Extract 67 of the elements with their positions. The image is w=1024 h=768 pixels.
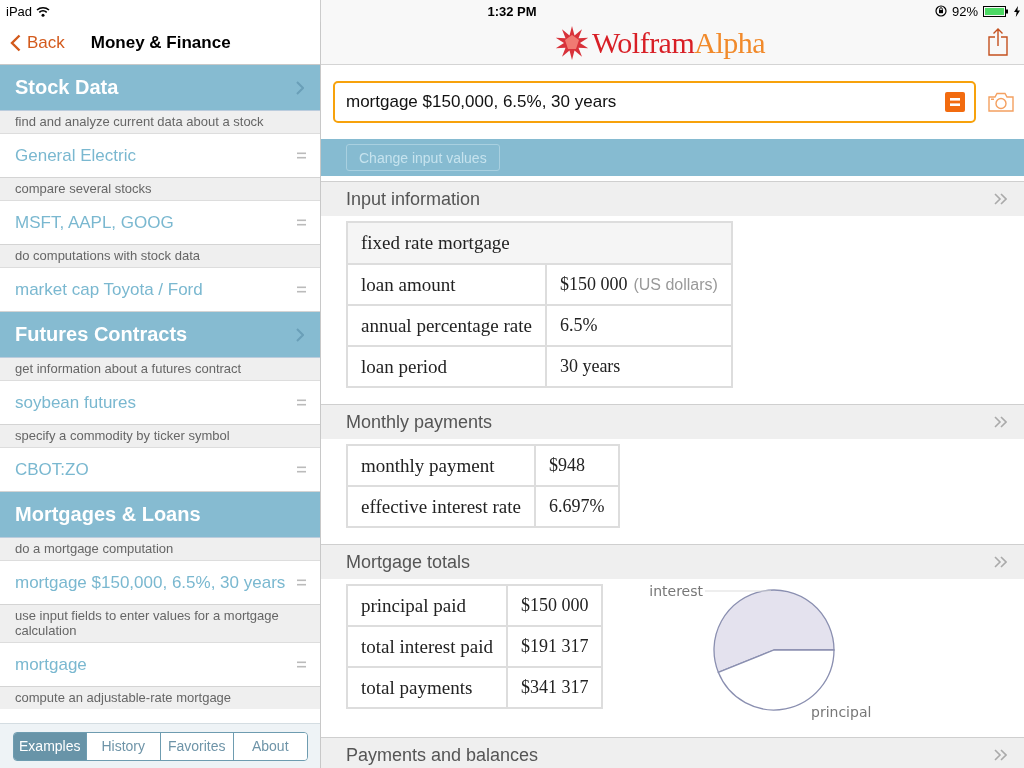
tab[interactable]: Favorites [159,732,233,760]
table-cell: principal paid [347,585,507,626]
table-cell: $150 000 (US dollars) [545,264,732,305]
table-cell: $191 317 [506,626,603,667]
table-cell: $341 317 [506,667,603,708]
pod-title: Mortgage totals [346,551,471,573]
equals-icon [297,219,306,226]
example-description: find and analyze current data about a stock [0,111,320,133]
chevron-right-icon [296,80,304,95]
pie-label: interest [649,583,704,599]
battery-percent: 92% [951,3,978,19]
section-header[interactable]: Futures Contracts [0,312,320,358]
section-header[interactable]: Mortgages & Loans [0,492,320,538]
example-description: do computations with stock data [0,245,320,267]
example-description: use input fields to enter values for a mortgage calculation [0,605,320,642]
example-description: compute an adjustable-rate mortgage [0,687,320,709]
section-header[interactable]: Stock Data [0,65,320,111]
pod-title: Monthly payments [346,411,493,433]
nav-title: Money & Finance [90,33,231,53]
tab[interactable]: Examples [13,732,86,760]
equals-icon[interactable] [945,92,965,112]
clock-time: 1:32 PM [487,3,537,19]
pod-title: Payments and balances [346,744,539,766]
double-chevron-icon[interactable] [994,749,1007,761]
camera-icon[interactable] [988,92,1014,112]
equals-icon [297,661,306,668]
share-button[interactable] [988,28,1008,59]
table-cell: total payments [347,667,507,708]
double-chevron-icon[interactable] [994,416,1007,428]
example-description: specify a commodity by ticker symbol [0,425,320,447]
chevron-left-icon [10,34,21,52]
back-button[interactable]: Back [0,33,65,53]
logo-wordmark: WolframAlpha [591,26,766,60]
equals-icon [297,579,306,586]
double-chevron-icon[interactable] [994,193,1007,205]
table-cell: monthly payment [347,445,535,486]
table-cell: 6.697% [535,486,619,527]
rotation-lock-icon [934,5,947,17]
example-description: get information about a futures contract [0,358,320,380]
tab[interactable]: About [233,732,307,760]
table-cell: effective interest rate [347,486,535,527]
table-cell: 6.5% [545,305,732,346]
tab[interactable]: History [86,732,160,760]
device-name: iPad [6,3,33,19]
wifi-icon [36,5,51,17]
table-cell: total interest paid [347,626,507,667]
example-description: compare several stocks [0,178,320,200]
table-cell: 30 years [545,346,732,387]
search-field[interactable]: mortgage $150,000, 6.5%, 30 years [333,81,976,123]
table-cell: annual percentage rate [347,305,546,346]
leader-line [704,590,772,592]
equals-icon [297,466,306,473]
share-icon [988,28,1008,56]
equals-icon [297,152,306,159]
example-description: do a mortgage computation [0,538,320,560]
equals-icon [297,286,306,293]
table-cell: $948 [535,445,619,486]
table-caption: fixed rate mortgage [347,222,732,264]
table-cell: $150 000 [506,585,603,626]
equals-icon [297,399,306,406]
double-chevron-icon[interactable] [994,556,1007,568]
chevron-right-icon [296,327,304,342]
battery-icon [983,5,1009,17]
pod-title: Input information [346,188,481,210]
table-cell: loan period [347,346,546,387]
table-cell: loan amount [347,264,546,305]
pie-label: principal [811,704,872,720]
